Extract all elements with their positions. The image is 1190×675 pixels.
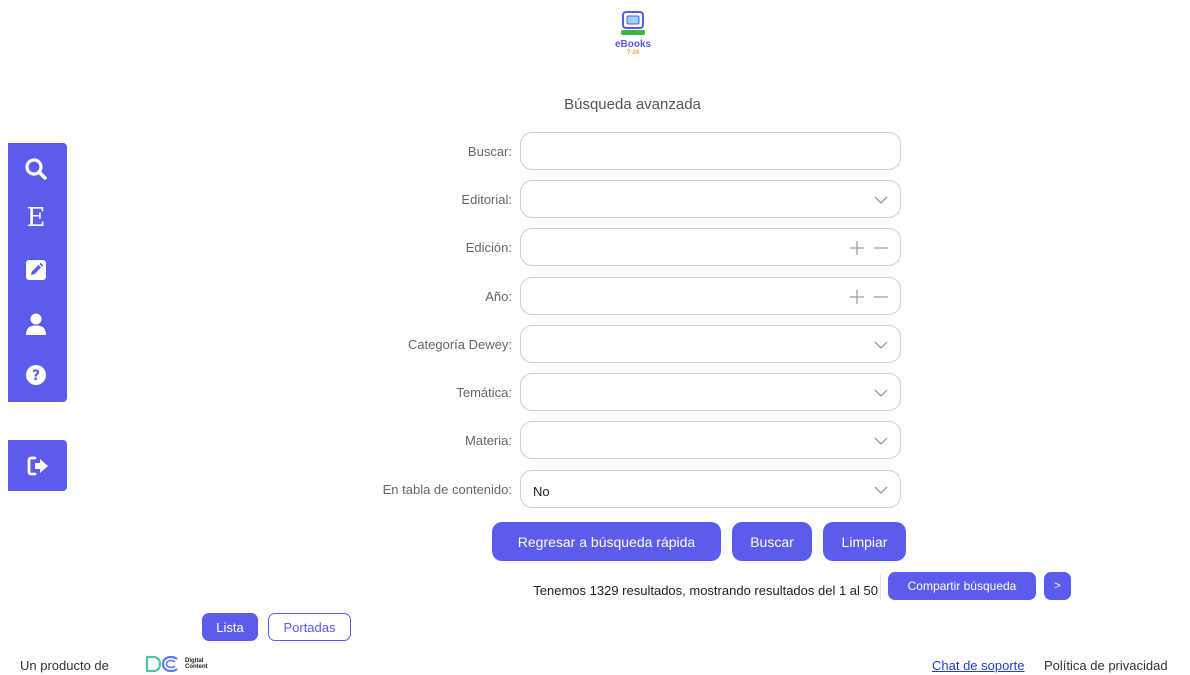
dewey-select[interactable]: [520, 325, 901, 363]
buscar-button[interactable]: Buscar: [732, 522, 812, 561]
chevron-down-icon: [874, 389, 888, 397]
minus-icon: [874, 247, 888, 249]
anio-decrement-button[interactable]: [872, 287, 890, 307]
form-row-materia: Materia:: [300, 421, 905, 461]
sidebar-item-user[interactable]: [22, 310, 50, 338]
form-row-tematica: Temática:: [300, 373, 905, 413]
svg-text:?: ?: [32, 368, 40, 384]
sidebar-item-help[interactable]: ?: [22, 361, 50, 389]
view-lista-button[interactable]: Lista: [202, 613, 258, 641]
help-icon: ?: [26, 365, 46, 385]
ebooks-logo: eBooks 7·24: [608, 10, 658, 62]
search-icon: [25, 158, 47, 180]
tabla-contenido-value: No: [533, 484, 550, 499]
sidebar: E ?: [8, 143, 67, 402]
anio-increment-button[interactable]: [848, 287, 866, 307]
compartir-busqueda-button[interactable]: Compartir búsqueda: [888, 572, 1036, 600]
form-row-dewey: Categoría Dewey:: [300, 325, 905, 365]
edicion-label: Edición:: [465, 240, 512, 255]
user-icon: [26, 313, 46, 335]
digital-content-logo: Digital Content: [145, 655, 215, 673]
plus-icon: [850, 241, 864, 255]
buscar-label: Buscar:: [467, 144, 512, 159]
edicion-increment-button[interactable]: [848, 238, 866, 258]
materia-label: Materia:: [465, 433, 512, 448]
form-row-buscar: Buscar:: [300, 132, 905, 172]
form-row-editorial: Editorial:: [300, 180, 905, 220]
materia-select[interactable]: [520, 421, 901, 459]
edicion-stepper[interactable]: [520, 228, 901, 266]
chevron-down-icon: [874, 341, 888, 349]
buscar-input[interactable]: [520, 132, 901, 170]
logo-subtext: 7·24: [626, 50, 639, 56]
sidebar-item-editorial[interactable]: E: [22, 204, 50, 232]
tabla-contenido-label: En tabla de contenido:: [382, 482, 512, 497]
sidebar-item-search[interactable]: [22, 155, 50, 183]
tematica-label: Temática:: [456, 385, 512, 400]
ebooks-logo-icon: [621, 11, 645, 35]
chevron-down-icon: [874, 486, 888, 494]
chevron-down-icon: [874, 196, 888, 204]
regresar-busqueda-rapida-button[interactable]: Regresar a búsqueda rápida: [492, 522, 721, 561]
footer-producto-text: Un producto de: [20, 658, 109, 673]
limpiar-button[interactable]: Limpiar: [823, 522, 906, 561]
chevron-down-icon: [874, 437, 888, 445]
edicion-stepper-controls: [848, 238, 890, 258]
form-row-anio: Año:: [300, 277, 905, 317]
logout-button[interactable]: [8, 440, 67, 491]
logout-icon: [27, 456, 48, 475]
form-row-tabla-contenido: En tabla de contenido: No: [300, 470, 905, 510]
editorial-select[interactable]: [520, 180, 901, 218]
next-page-button[interactable]: >: [1044, 572, 1071, 600]
editorial-label: Editorial:: [461, 192, 512, 207]
pencil-icon: [26, 260, 46, 280]
anio-stepper-controls: [848, 287, 890, 307]
politica-privacidad-link[interactable]: Política de privacidad: [1044, 658, 1168, 673]
dc-logo-icon: [145, 655, 178, 673]
tematica-select[interactable]: [520, 373, 901, 411]
chat-soporte-link[interactable]: Chat de soporte: [932, 658, 1025, 673]
plus-icon: [850, 290, 864, 304]
form-row-edicion: Edición:: [300, 228, 905, 268]
minus-icon: [874, 296, 888, 298]
view-portadas-button[interactable]: Portadas: [268, 613, 351, 641]
anio-label: Año:: [485, 289, 512, 304]
results-summary: Tenemos 1329 resultados, mostrando resul…: [533, 583, 878, 598]
page-title: Búsqueda avanzada: [564, 96, 701, 113]
edicion-decrement-button[interactable]: [872, 238, 890, 258]
dc-logo-text: Digital Content: [185, 658, 208, 670]
results-divider: [880, 574, 881, 600]
anio-stepper[interactable]: [520, 277, 901, 315]
logo-text: eBooks: [614, 39, 652, 50]
tabla-contenido-select[interactable]: No: [520, 470, 901, 508]
sidebar-item-edit[interactable]: [22, 256, 50, 284]
dewey-label: Categoría Dewey:: [407, 337, 512, 352]
editorial-icon: E: [26, 203, 46, 233]
